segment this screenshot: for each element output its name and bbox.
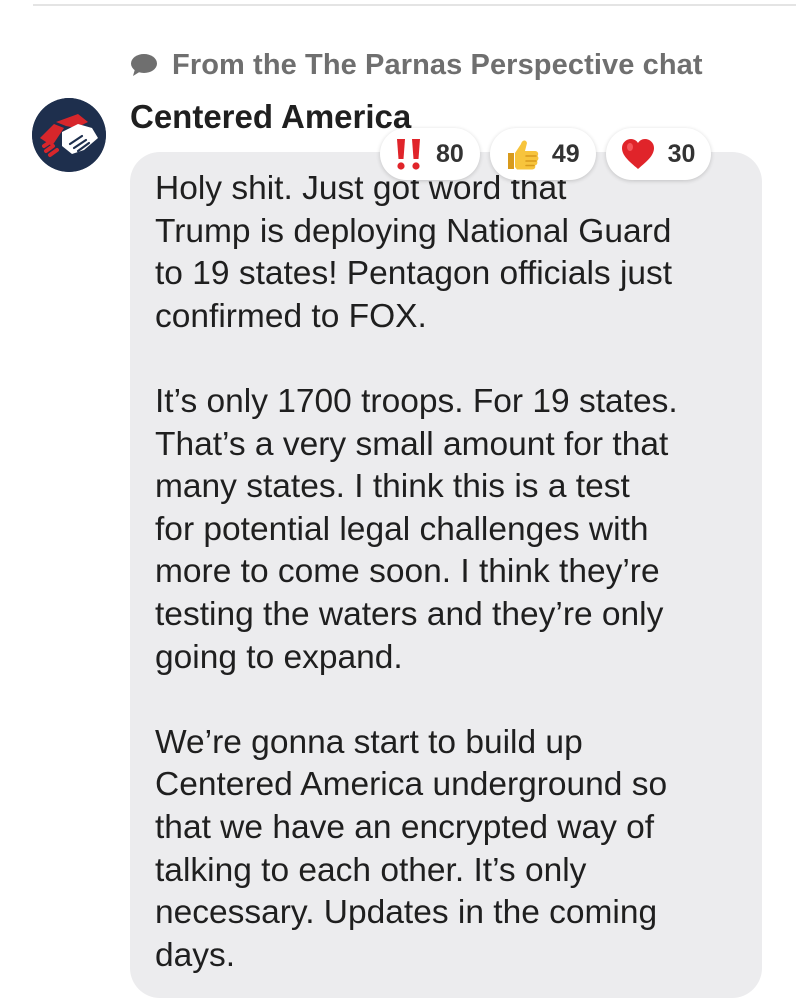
reaction-count: 49 <box>551 139 580 168</box>
reaction-count: 30 <box>667 139 696 168</box>
handshake-icon <box>32 98 106 172</box>
thumbs-up-icon <box>504 136 540 172</box>
message-text: Holy shit. Just got word that Trump is d… <box>155 170 678 974</box>
reaction-thumbs-up[interactable]: 49 <box>489 128 596 180</box>
top-divider <box>33 4 796 6</box>
double-exclamation-icon <box>394 137 424 171</box>
red-heart-icon <box>620 137 656 171</box>
avatar[interactable] <box>32 98 106 172</box>
reaction-double-exclamation[interactable]: 80 <box>380 128 480 180</box>
reaction-red-heart[interactable]: 30 <box>605 128 712 180</box>
source-chat-text: From the The Parnas Perspective chat <box>172 48 703 81</box>
reactions-bar: 80 49 30 <box>380 128 712 180</box>
chat-message-screen: From the The Parnas Perspective chat Cen… <box>0 0 796 1000</box>
chat-bubble-icon <box>130 53 158 77</box>
reaction-count: 80 <box>436 139 464 168</box>
source-chat-link[interactable]: From the The Parnas Perspective chat <box>130 45 703 85</box>
author-name[interactable]: Centered America <box>130 98 411 136</box>
